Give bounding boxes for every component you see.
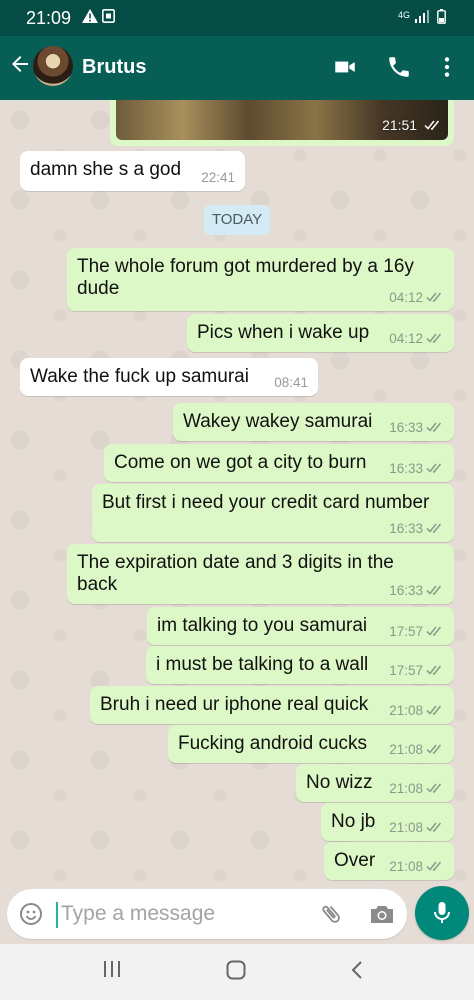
day-divider: TODAY bbox=[204, 205, 270, 235]
message-time: 16:33 bbox=[389, 420, 423, 435]
message-time: 04:12 bbox=[389, 290, 423, 305]
message-bubble-outgoing[interactable]: But first i need your credit card number… bbox=[92, 484, 454, 542]
message-bubble-outgoing[interactable]: The expiration date and 3 digits in the … bbox=[67, 544, 454, 604]
signal-icon bbox=[414, 9, 430, 26]
video-call-icon[interactable] bbox=[332, 54, 360, 82]
phone-icon[interactable] bbox=[386, 54, 414, 82]
back-nav-icon[interactable] bbox=[350, 960, 364, 985]
message-time: 04:12 bbox=[389, 331, 423, 346]
message-meta: 16:33 bbox=[389, 521, 444, 536]
composer: Type a message bbox=[0, 886, 474, 944]
message-meta: 16:33 bbox=[389, 420, 444, 435]
message-meta: 17:57 bbox=[389, 663, 444, 678]
double-check-icon bbox=[426, 705, 442, 715]
message-bubble-outgoing[interactable]: Pics when i wake up 04:12 bbox=[187, 314, 454, 352]
avatar[interactable] bbox=[33, 46, 73, 86]
message-input[interactable]: Type a message bbox=[61, 902, 215, 926]
status-time: 21:09 bbox=[26, 8, 72, 28]
message-meta: 21:51 bbox=[382, 117, 442, 133]
camera-icon[interactable] bbox=[369, 903, 395, 925]
message-time: 21:51 bbox=[382, 117, 418, 133]
message-meta: 16:33 bbox=[389, 461, 444, 476]
contact-name[interactable]: Brutus bbox=[82, 56, 146, 79]
message-meta: 16:33 bbox=[389, 583, 444, 598]
screenshot-icon bbox=[102, 9, 115, 26]
message-bubble-outgoing[interactable]: Wakey wakey samurai 16:33 bbox=[173, 403, 454, 441]
double-check-icon bbox=[426, 585, 442, 595]
message-time: 21:08 bbox=[389, 781, 423, 796]
more-vert-icon[interactable] bbox=[434, 54, 462, 82]
message-meta: 21:08 bbox=[389, 703, 444, 718]
message-bubble-outgoing[interactable]: Bruh i need ur iphone real quick 21:08 bbox=[90, 686, 454, 724]
message-bubble-incoming[interactable]: Wake the fuck up samurai 08:41 bbox=[20, 358, 318, 396]
message-time: 17:57 bbox=[389, 624, 423, 639]
message-meta: 21:08 bbox=[389, 820, 444, 835]
message-time: 22:41 bbox=[201, 170, 235, 185]
double-check-icon bbox=[426, 333, 442, 343]
message-bubble-outgoing[interactable]: No jb 21:08 bbox=[321, 803, 454, 841]
double-check-icon bbox=[426, 861, 442, 871]
network-type-label: 4G bbox=[398, 10, 411, 20]
message-time: 17:57 bbox=[389, 663, 423, 678]
double-check-icon bbox=[426, 422, 442, 432]
message-time: 21:08 bbox=[389, 820, 423, 835]
message-bubble-outgoing[interactable]: Over 21:08 bbox=[324, 842, 454, 880]
message-time: 16:33 bbox=[389, 583, 423, 598]
double-check-icon bbox=[426, 463, 442, 473]
system-nav-bar bbox=[0, 944, 474, 1000]
message-time: 16:33 bbox=[389, 521, 423, 536]
message-time: 16:33 bbox=[389, 461, 423, 476]
message-meta: 21:08 bbox=[389, 859, 444, 874]
message-meta: 21:08 bbox=[389, 781, 444, 796]
double-check-icon bbox=[426, 783, 442, 793]
message-bubble-outgoing[interactable]: im talking to you samurai 17:57 bbox=[147, 607, 454, 645]
message-bubble-outgoing[interactable]: No wizz 21:08 bbox=[296, 764, 454, 802]
double-check-icon bbox=[426, 744, 442, 754]
message-meta: 04:12 bbox=[389, 331, 444, 346]
message-field[interactable]: Type a message bbox=[7, 889, 407, 939]
back-arrow-icon[interactable] bbox=[8, 52, 34, 82]
warning-icon bbox=[82, 9, 98, 26]
message-bubble-outgoing[interactable]: Fucking android cucks 21:08 bbox=[168, 725, 454, 763]
recent-apps-icon[interactable] bbox=[103, 960, 121, 983]
double-check-icon bbox=[424, 120, 440, 130]
mic-button[interactable] bbox=[415, 886, 469, 940]
message-text: But first i need your credit card number bbox=[102, 492, 430, 513]
image-message[interactable]: 21:51 bbox=[110, 100, 454, 146]
message-time: 21:08 bbox=[389, 859, 423, 874]
double-check-icon bbox=[426, 292, 442, 302]
message-meta: 21:08 bbox=[389, 742, 444, 757]
double-check-icon bbox=[426, 665, 442, 675]
message-meta: 04:12 bbox=[389, 290, 444, 305]
battery-icon bbox=[437, 9, 446, 27]
double-check-icon bbox=[426, 822, 442, 832]
message-text: The whole forum got murdered by a 16y bbox=[77, 256, 414, 277]
double-check-icon bbox=[426, 626, 442, 636]
double-check-icon bbox=[426, 523, 442, 533]
message-text: Wake the fuck up samurai bbox=[30, 366, 249, 387]
message-bubble-incoming[interactable]: damn she s a god 22:41 bbox=[20, 151, 245, 191]
status-bar: 21:09 4G bbox=[0, 0, 474, 36]
message-time: 08:41 bbox=[274, 375, 308, 390]
chat-header: Brutus bbox=[0, 36, 474, 100]
message-bubble-outgoing[interactable]: i must be talking to a wall 17:57 bbox=[146, 646, 454, 684]
chat-area[interactable]: 21:51 TODAY damn she s a god 22:41 The w… bbox=[0, 100, 474, 886]
emoji-icon[interactable] bbox=[19, 902, 43, 926]
mic-icon bbox=[434, 902, 450, 923]
attach-icon[interactable] bbox=[319, 902, 343, 926]
message-bubble-outgoing[interactable]: The whole forum got murdered by a 16y du… bbox=[67, 248, 454, 311]
message-time: 21:08 bbox=[389, 742, 423, 757]
message-bubble-outgoing[interactable]: Come on we got a city to burn 16:33 bbox=[104, 444, 454, 482]
text-cursor bbox=[56, 902, 58, 928]
message-time: 21:08 bbox=[389, 703, 423, 718]
message-meta: 17:57 bbox=[389, 624, 444, 639]
message-text: The expiration date and 3 digits in the bbox=[77, 552, 394, 573]
home-icon[interactable] bbox=[226, 960, 246, 985]
